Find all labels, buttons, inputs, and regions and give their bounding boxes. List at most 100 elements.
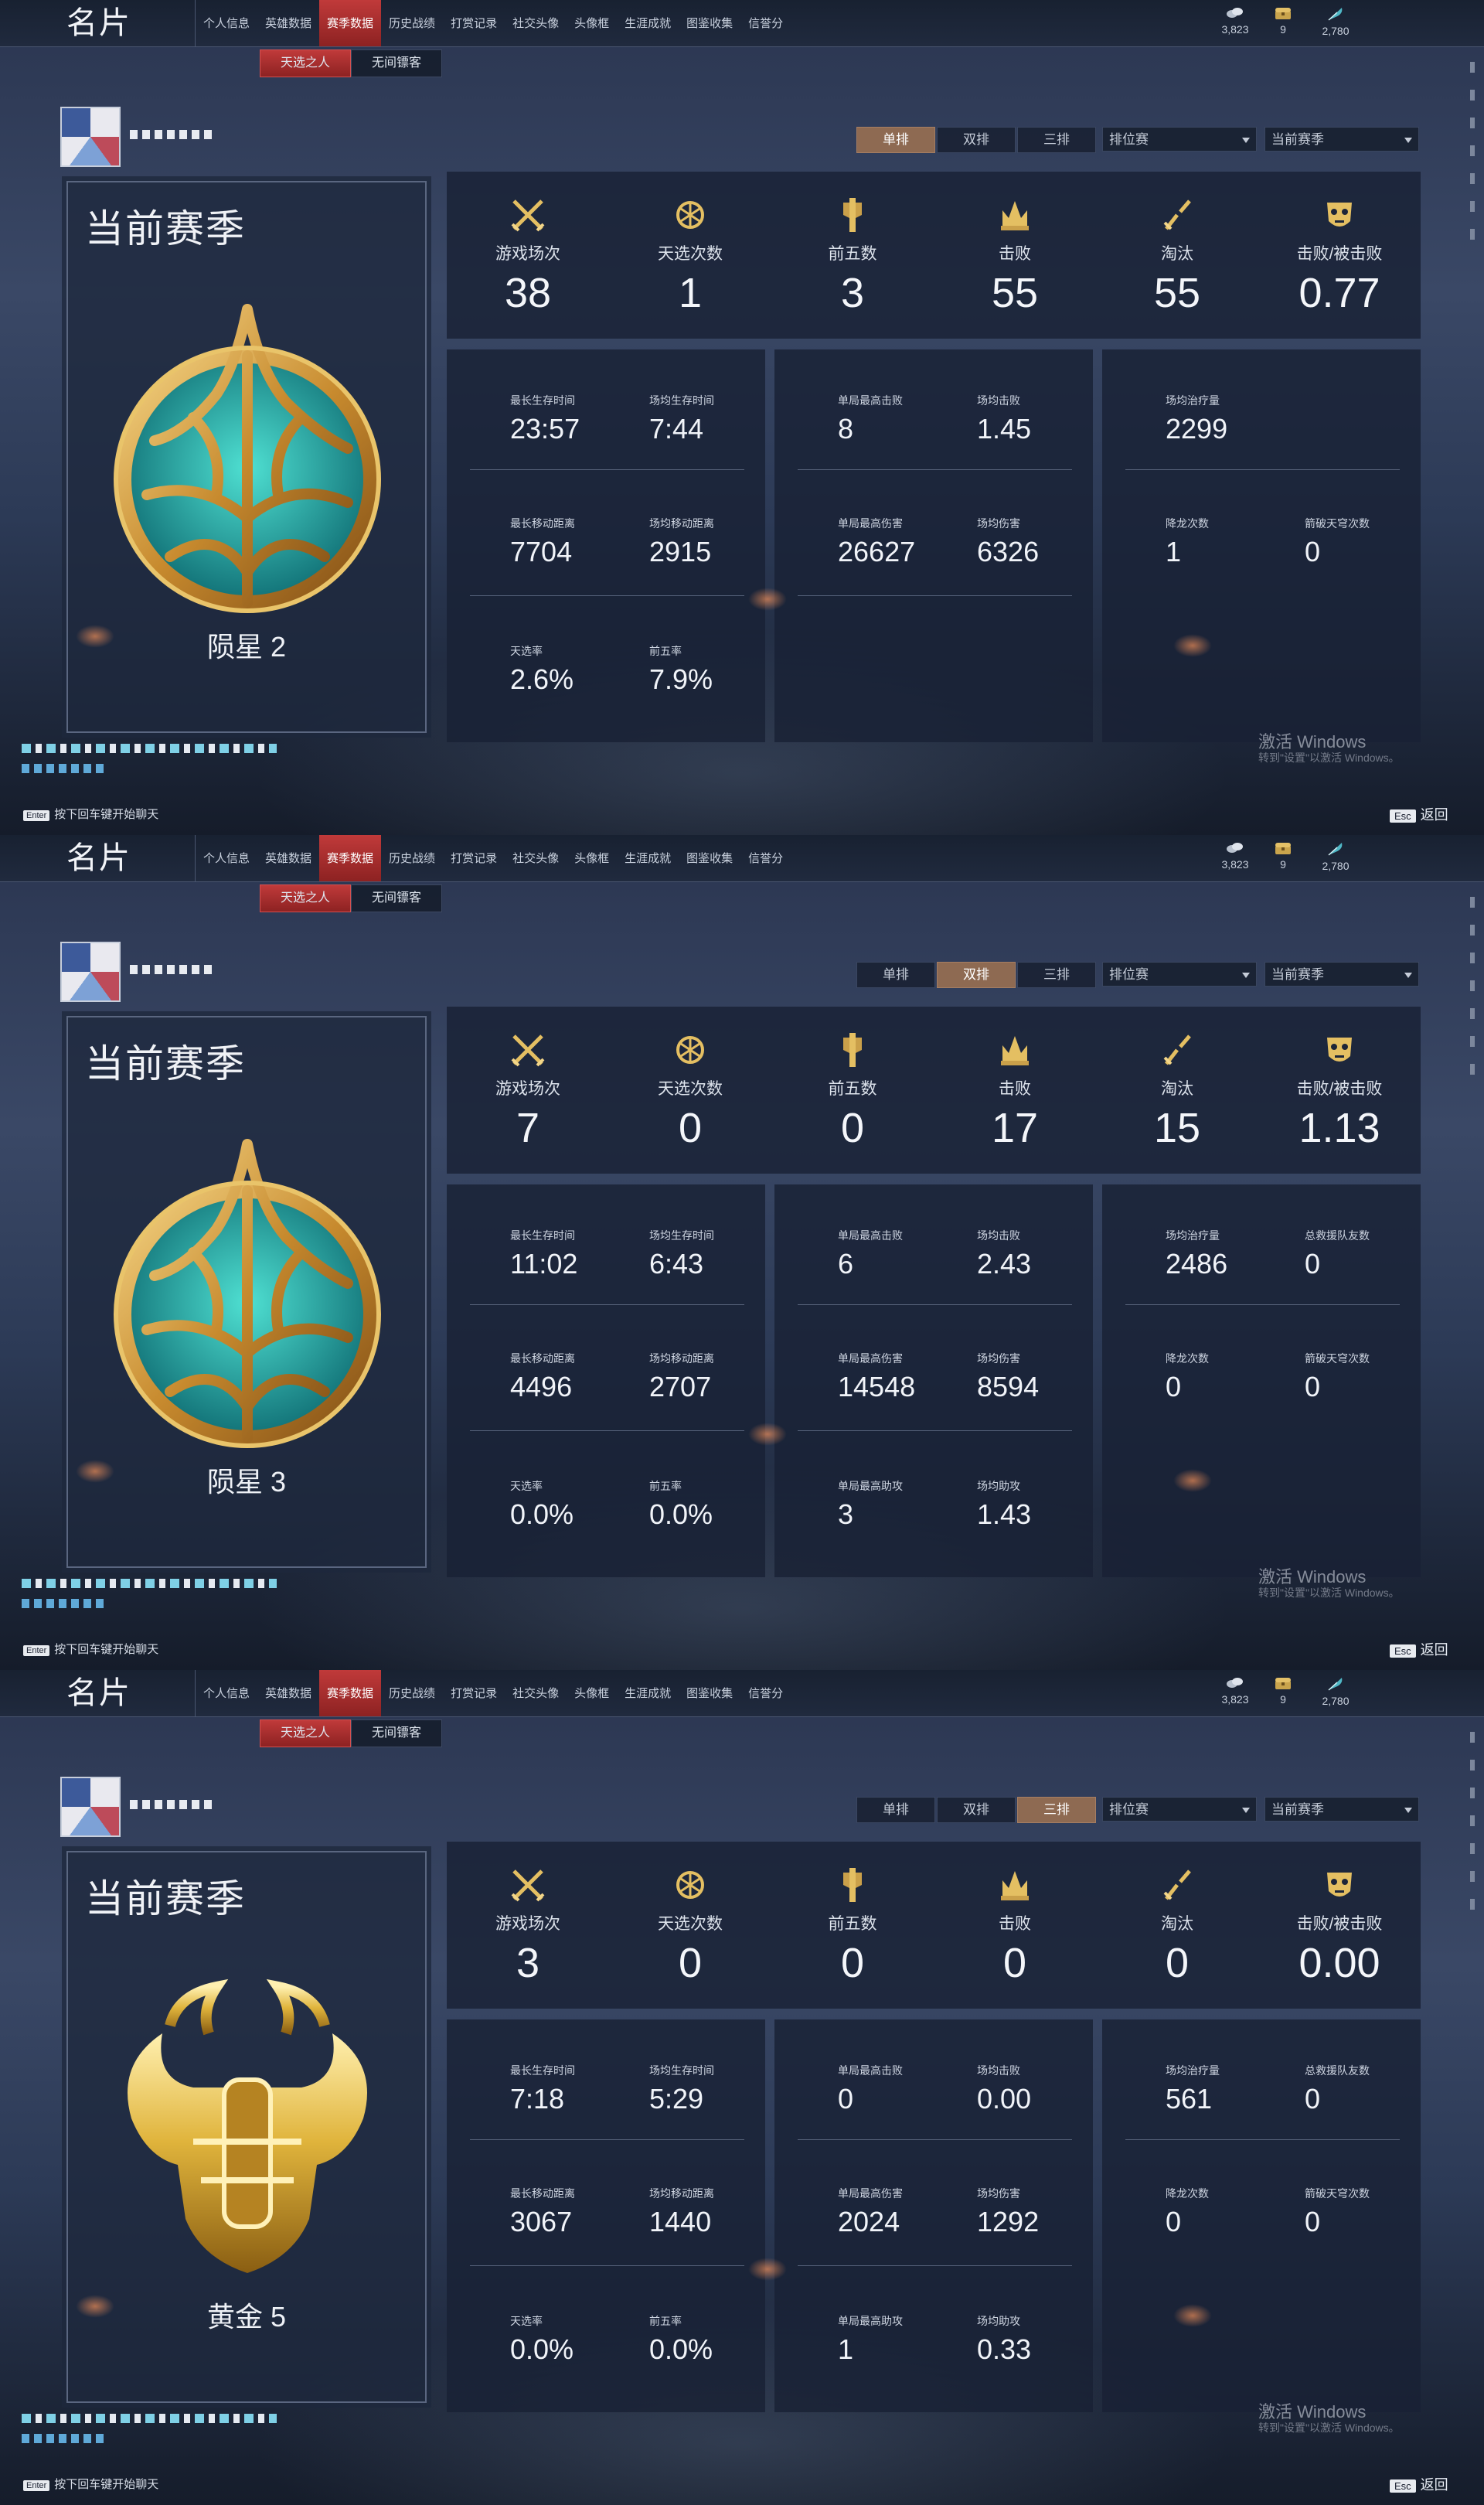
stat-cell: 场均击败 0.00 <box>977 2063 1031 2115</box>
stat-cell: 场均生存时间 7:44 <box>649 393 714 445</box>
match-type-dropdown[interactable]: 排位赛 <box>1102 1797 1257 1822</box>
stat-cell: 天选率 2.6% <box>510 643 574 696</box>
stat-value: 0.33 <box>977 2333 1032 2365</box>
season-dropdown[interactable]: 当前赛季 <box>1264 962 1419 987</box>
nav-tab-credit-score[interactable]: 信誉分 <box>740 0 791 46</box>
mode-tab-solo[interactable]: 单排 <box>856 1797 935 1823</box>
mode-tab-duo[interactable]: 双排 <box>937 127 1016 153</box>
nav-tab-hero-data[interactable]: 英雄数据 <box>257 835 319 881</box>
combat-stats-panel: 单局最高击败 8 场均击败 1.45 单局最高伤害 26627 场均伤害 6326 <box>774 349 1093 742</box>
nav-tab-avatar-frame[interactable]: 头像框 <box>567 0 617 46</box>
nav-tab-social-avatar[interactable]: 社交头像 <box>505 1670 567 1716</box>
nav-tab-avatar-frame[interactable]: 头像框 <box>567 835 617 881</box>
nav-tab-hero-data[interactable]: 英雄数据 <box>257 1670 319 1716</box>
nav-tab-match-history[interactable]: 历史战绩 <box>381 835 443 881</box>
currency-coins-value: 3,823 <box>1221 23 1249 36</box>
back-button[interactable]: Esc 返回 <box>1390 804 1448 824</box>
main-nav: 个人信息 英雄数据 赛季数据 历史战绩 打赏记录 社交头像 头像框 生涯成就 图… <box>195 835 791 881</box>
rank-name: 陨星 3 <box>206 1466 287 1498</box>
nav-tab-credit-score[interactable]: 信誉分 <box>740 1670 791 1716</box>
username-redacted <box>130 965 215 974</box>
stat-label: 总救援队友数 <box>1305 2064 1370 2077</box>
activation-watermark-sub: 转到"设置"以激活 Windows。 <box>1258 2422 1400 2434</box>
chat-hint[interactable]: Enter 按下回车键开始聊天 <box>23 1641 158 1657</box>
nav-tab-season-data[interactable]: 赛季数据 <box>319 0 382 46</box>
stat-top-five: 前五数 0 <box>771 1007 934 1174</box>
nav-tab-achievements[interactable]: 生涯成就 <box>617 0 679 46</box>
nav-tab-tip-records[interactable]: 打赏记录 <box>443 0 505 46</box>
support-stats-panel: 场均治疗量 2299 降龙次数 1 箭破天穹次数 0 <box>1102 349 1421 742</box>
nav-tab-tip-records[interactable]: 打赏记录 <box>443 1670 505 1716</box>
mode-tab-solo[interactable]: 单排 <box>856 127 935 153</box>
chat-hint[interactable]: Enter 按下回车键开始聊天 <box>23 806 158 822</box>
lotus-icon <box>676 1036 704 1064</box>
stat-label: 场均击败 <box>977 2064 1020 2077</box>
avatar[interactable] <box>60 1777 121 1837</box>
scrollbar[interactable] <box>1470 1732 1475 1964</box>
mode-tab-duo[interactable]: 双排 <box>937 962 1016 988</box>
stat-label: 单局最高伤害 <box>838 2187 903 2200</box>
subtab-chosen-one[interactable]: 天选之人 <box>260 1719 352 1747</box>
stat-label: 单局最高助攻 <box>838 1480 903 1492</box>
stat-cell: 单局最高伤害 2024 <box>838 2186 903 2238</box>
nav-tab-match-history[interactable]: 历史战绩 <box>381 1670 443 1716</box>
mode-tab-solo[interactable]: 单排 <box>856 962 935 988</box>
nav-tab-achievements[interactable]: 生涯成就 <box>617 1670 679 1716</box>
nav-tab-collection[interactable]: 图鉴收集 <box>679 835 740 881</box>
nav-tab-tip-records[interactable]: 打赏记录 <box>443 835 505 881</box>
stat-label: 单局最高击败 <box>838 1229 903 1242</box>
nav-tab-personal-info[interactable]: 个人信息 <box>196 1670 257 1716</box>
nav-tab-personal-info[interactable]: 个人信息 <box>196 0 257 46</box>
nav-tab-season-data[interactable]: 赛季数据 <box>319 835 382 881</box>
season-value: 当前赛季 <box>1271 1802 1324 1817</box>
currency-coins: 3,823 <box>1212 6 1258 36</box>
stat-label: 场均伤害 <box>977 2187 1020 2200</box>
nav-tab-match-history[interactable]: 历史战绩 <box>381 0 443 46</box>
mode-tab-trio[interactable]: 三排 <box>1017 1797 1096 1823</box>
nav-tab-achievements[interactable]: 生涯成就 <box>617 835 679 881</box>
mode-tab-trio[interactable]: 三排 <box>1017 127 1096 153</box>
subtab-outlaw[interactable]: 无间镖客 <box>351 49 443 77</box>
subtab-chosen-one[interactable]: 天选之人 <box>260 884 352 912</box>
lotus-icon <box>676 1871 704 1899</box>
nav-tab-avatar-frame[interactable]: 头像框 <box>567 1670 617 1716</box>
chat-preview-redacted <box>22 1579 277 1633</box>
match-type-dropdown[interactable]: 排位赛 <box>1102 127 1257 152</box>
match-type-dropdown[interactable]: 排位赛 <box>1102 962 1257 987</box>
scrollbar[interactable] <box>1470 897 1475 1129</box>
avatar[interactable] <box>60 107 121 167</box>
nav-tab-social-avatar[interactable]: 社交头像 <box>505 835 567 881</box>
subtab-outlaw[interactable]: 无间镖客 <box>351 884 443 912</box>
nav-tab-collection[interactable]: 图鉴收集 <box>679 0 740 46</box>
nav-tab-collection[interactable]: 图鉴收集 <box>679 1670 740 1716</box>
coins-icon <box>1227 1678 1243 1688</box>
stat-cell: 单局最高击败 8 <box>838 393 903 445</box>
subtab-outlaw[interactable]: 无间镖客 <box>351 1719 443 1747</box>
mode-tab-duo[interactable]: 双排 <box>937 1797 1016 1823</box>
app-title: 名片 <box>66 1676 131 1710</box>
avatar[interactable] <box>60 942 121 1002</box>
stat-value: 1 <box>838 2333 854 2365</box>
nav-tab-social-avatar[interactable]: 社交头像 <box>505 0 567 46</box>
mode-tab-trio[interactable]: 三排 <box>1017 962 1096 988</box>
nav-tab-season-data[interactable]: 赛季数据 <box>319 1670 382 1716</box>
stat-cell: 场均移动距离 2915 <box>649 516 714 568</box>
stat-value: 1.43 <box>977 1498 1032 1530</box>
nav-tab-hero-data[interactable]: 英雄数据 <box>257 0 319 46</box>
back-button[interactable]: Esc 返回 <box>1390 2474 1448 2494</box>
stat-label: 最长移动距离 <box>510 517 575 530</box>
crossed-swords-icon <box>511 1869 545 1902</box>
chat-hint[interactable]: Enter 按下回车键开始聊天 <box>23 2476 158 2492</box>
nav-tab-credit-score[interactable]: 信誉分 <box>740 835 791 881</box>
survival-stats-panel: 最长生存时间 23:57 场均生存时间 7:44 最长移动距离 7704 场均移动距离… <box>447 349 765 742</box>
stat-cell: 最长移动距离 3067 <box>510 2186 575 2238</box>
subtab-chosen-one[interactable]: 天选之人 <box>260 49 352 77</box>
back-button[interactable]: Esc 返回 <box>1390 1639 1448 1659</box>
season-dropdown[interactable]: 当前赛季 <box>1264 127 1419 152</box>
stat-label: 天选次数 <box>658 1915 723 1933</box>
nav-tab-personal-info[interactable]: 个人信息 <box>196 835 257 881</box>
season-dropdown[interactable]: 当前赛季 <box>1264 1797 1419 1822</box>
chat-hint-text: 按下回车键开始聊天 <box>54 1643 159 1656</box>
banner-icon <box>843 1868 862 1902</box>
scrollbar[interactable] <box>1470 62 1475 294</box>
